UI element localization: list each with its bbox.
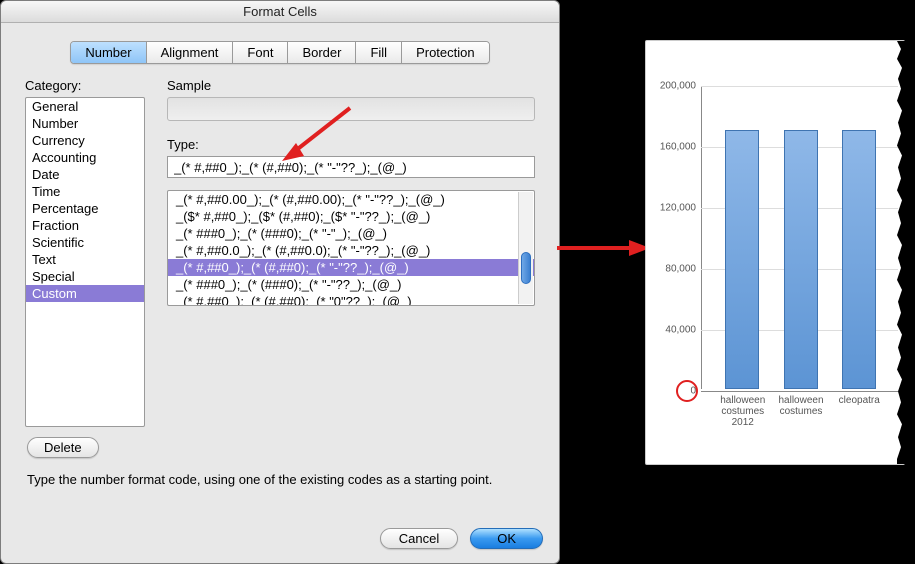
y-tick-label: 0 <box>651 386 696 397</box>
category-label: Category: <box>25 78 145 93</box>
y-axis <box>701 86 702 389</box>
category-general[interactable]: General <box>26 98 144 115</box>
gridline <box>701 391 898 392</box>
tab-font[interactable]: Font <box>233 42 288 63</box>
delete-button[interactable]: Delete <box>27 437 99 458</box>
dialog-title: Format Cells <box>1 1 559 23</box>
category-accounting[interactable]: Accounting <box>26 149 144 166</box>
y-tick-label: 200,000 <box>651 81 696 92</box>
dialog-content: Category: GeneralNumberCurrencyAccountin… <box>1 64 559 427</box>
chart-plot-area: 040,00080,000120,000160,000200,000hallow… <box>701 86 898 389</box>
category-label: cleopatra <box>832 395 887 406</box>
right-column: Sample Type: _(* #,##0.00_);_(* (#,##0.0… <box>167 78 535 427</box>
tab-protection[interactable]: Protection <box>402 42 489 63</box>
gridline <box>701 86 898 87</box>
format-item[interactable]: _($* #,##0_);_($* (#,##0);_($* "-"??_);_… <box>168 208 534 225</box>
y-tick-label: 120,000 <box>651 203 696 214</box>
tab-border[interactable]: Border <box>288 42 356 63</box>
bar <box>725 130 759 389</box>
format-listbox[interactable]: _(* #,##0.00_);_(* (#,##0.00);_(* "-"??_… <box>167 190 535 306</box>
ok-button[interactable]: OK <box>470 528 543 549</box>
dialog-footer: Cancel OK <box>380 528 543 549</box>
category-scientific[interactable]: Scientific <box>26 234 144 251</box>
torn-edge-icon <box>897 41 907 464</box>
category-custom[interactable]: Custom <box>26 285 144 302</box>
y-tick-label: 80,000 <box>651 264 696 275</box>
y-tick-label: 40,000 <box>651 325 696 336</box>
format-item[interactable]: _(* #,##0_);_(* (#,##0);_(* "0"??_);_(@_… <box>168 293 534 306</box>
format-item[interactable]: _(* #,##0.0_);_(* (#,##0.0);_(* "-"??_);… <box>168 242 534 259</box>
category-number[interactable]: Number <box>26 115 144 132</box>
sample-label: Sample <box>167 78 535 93</box>
sample-box <box>167 97 535 121</box>
category-label: halloween costumes <box>774 395 829 417</box>
category-date[interactable]: Date <box>26 166 144 183</box>
format-item[interactable]: _(* ###0_);_(* (###0);_(* "-"_);_(@_) <box>168 225 534 242</box>
bar <box>784 130 818 389</box>
category-fraction[interactable]: Fraction <box>26 217 144 234</box>
category-percentage[interactable]: Percentage <box>26 200 144 217</box>
type-label: Type: <box>167 137 535 152</box>
category-text[interactable]: Text <box>26 251 144 268</box>
y-tick-label: 160,000 <box>651 142 696 153</box>
tab-strip-container: NumberAlignmentFontBorderFillProtection <box>1 41 559 64</box>
category-special[interactable]: Special <box>26 268 144 285</box>
cancel-button[interactable]: Cancel <box>380 528 458 549</box>
category-label: halloween costumes 2012 <box>715 395 770 428</box>
category-time[interactable]: Time <box>26 183 144 200</box>
category-column: Category: GeneralNumberCurrencyAccountin… <box>25 78 145 427</box>
scrollbar[interactable] <box>518 192 533 304</box>
type-input[interactable] <box>167 156 535 178</box>
bar <box>842 130 876 389</box>
format-item[interactable]: _(* ###0_);_(* (###0);_(* "-"??_);_(@_) <box>168 276 534 293</box>
delete-row: Delete <box>1 437 559 458</box>
category-listbox[interactable]: GeneralNumberCurrencyAccountingDateTimeP… <box>25 97 145 427</box>
format-item[interactable]: _(* #,##0.00_);_(* (#,##0.00);_(* "-"??_… <box>168 191 534 208</box>
scroll-thumb[interactable] <box>521 252 531 284</box>
tab-number[interactable]: Number <box>71 42 146 63</box>
format-item[interactable]: _(* #,##0_);_(* (#,##0);_(* "-"??_);_(@_… <box>168 259 534 276</box>
chart-panel: 0 40,000 80,000 120,000 160,000 200,000 hallow… <box>645 40 905 465</box>
tab-strip: NumberAlignmentFontBorderFillProtection <box>70 41 489 64</box>
format-cells-dialog: Format Cells NumberAlignmentFontBorderFi… <box>0 0 560 564</box>
tab-fill[interactable]: Fill <box>356 42 402 63</box>
tab-alignment[interactable]: Alignment <box>147 42 234 63</box>
help-text: Type the number format code, using one o… <box>1 458 559 487</box>
category-currency[interactable]: Currency <box>26 132 144 149</box>
arrow-to-chart-icon <box>555 238 650 258</box>
